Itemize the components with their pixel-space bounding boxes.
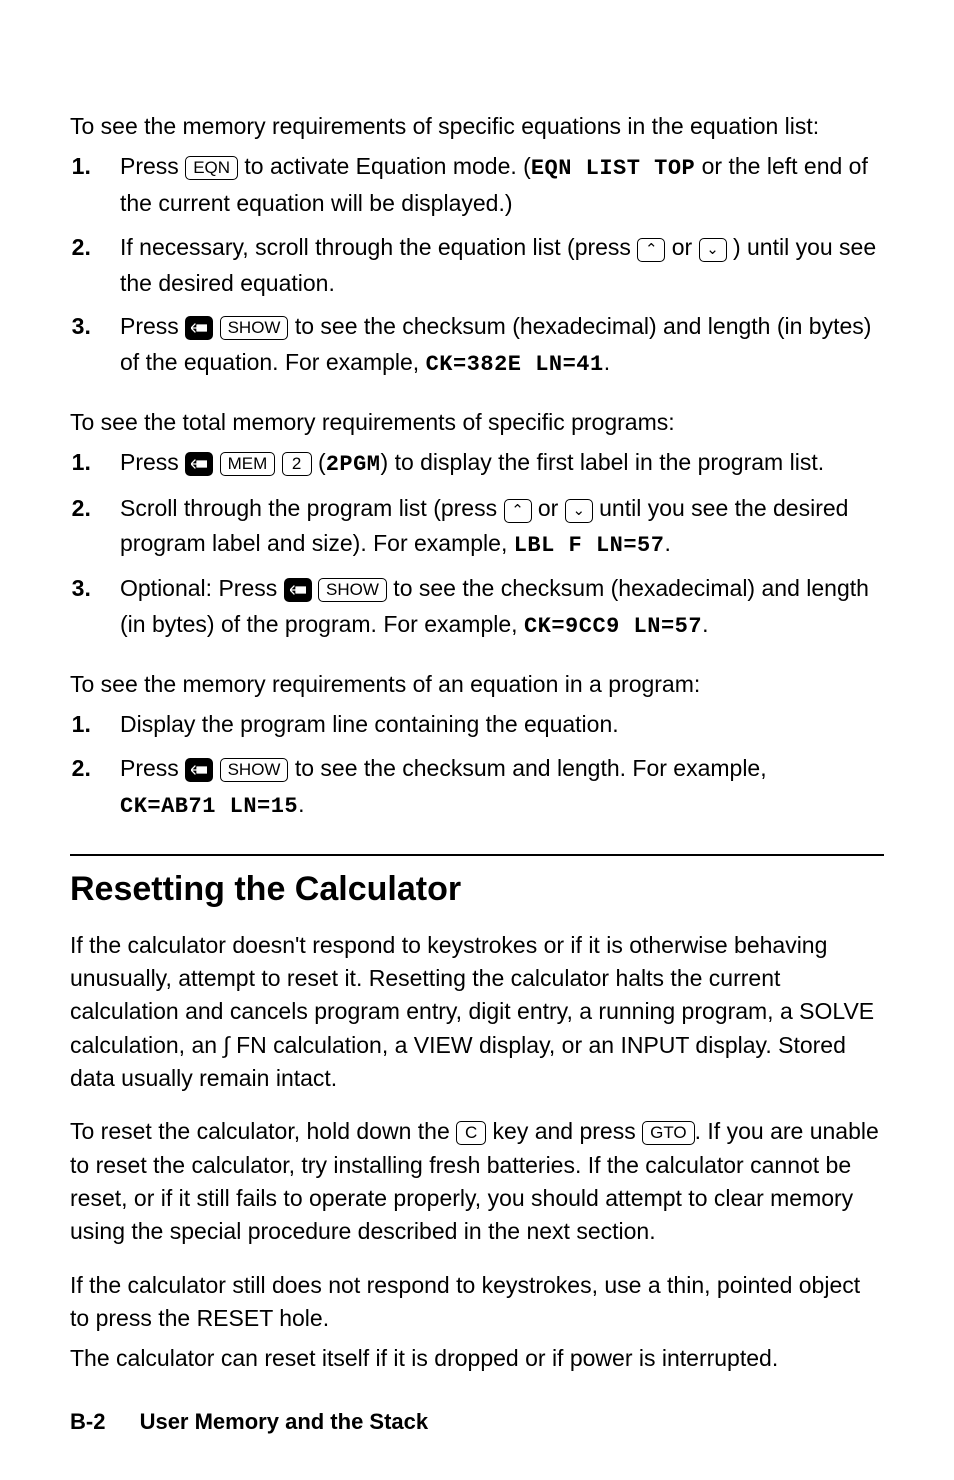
- section-divider: [70, 854, 884, 856]
- text: .: [604, 349, 610, 375]
- gto-key-icon: GTO: [642, 1121, 695, 1145]
- text: .: [664, 530, 670, 556]
- section-paragraph: If the calculator still does not respond…: [70, 1269, 884, 1336]
- lcd-text: CK=AB71 LN=15: [120, 794, 298, 819]
- two-key-icon: 2: [282, 452, 312, 476]
- text: Press: [120, 449, 185, 475]
- shift-key-icon: [185, 758, 213, 782]
- up-key-icon: ⌃: [504, 499, 532, 523]
- list-item: Display the program line containing the …: [110, 707, 884, 743]
- section-paragraph: The calculator can reset itself if it is…: [70, 1342, 884, 1375]
- lcd-text: CK=382E LN=41: [426, 352, 604, 377]
- block1-intro: To see the memory requirements of specif…: [70, 110, 884, 143]
- lcd-text: EQN LIST TOP: [531, 156, 695, 181]
- block1-list: Press EQN to activate Equation mode. (EQ…: [70, 149, 884, 382]
- c-key-icon: C: [456, 1121, 486, 1145]
- block3-intro: To see the memory requirements of an equ…: [70, 668, 884, 701]
- page: To see the memory requirements of specif…: [0, 0, 954, 1480]
- text: Scroll through the program list (press: [120, 495, 504, 521]
- section-paragraph: If the calculator doesn't respond to key…: [70, 929, 884, 1096]
- text: to activate Equation mode. (: [238, 153, 531, 179]
- show-key-icon: SHOW: [220, 758, 289, 782]
- section-paragraph: To reset the calculator, hold down the C…: [70, 1115, 884, 1248]
- shift-key-icon: [185, 452, 213, 476]
- list-item: Press EQN to activate Equation mode. (EQ…: [110, 149, 884, 222]
- mem-key-icon: MEM: [220, 452, 276, 476]
- list-item: Press SHOW to see the checksum and lengt…: [110, 751, 884, 824]
- text: .: [298, 791, 304, 817]
- text: Optional: Press: [120, 575, 284, 601]
- lcd-text: CK=9CC9 LN=57: [524, 614, 702, 639]
- text: If necessary, scroll through the equatio…: [120, 234, 637, 260]
- section-heading: Resetting the Calculator: [70, 870, 884, 909]
- down-key-icon: ⌄: [699, 238, 727, 262]
- page-number: B-2: [70, 1409, 105, 1434]
- list-item: If necessary, scroll through the equatio…: [110, 230, 884, 301]
- text: or: [532, 495, 565, 521]
- footer-title: User Memory and the Stack: [140, 1409, 429, 1434]
- list-item: Scroll through the program list (press ⌃…: [110, 491, 884, 564]
- text: ) to display the first label in the prog…: [381, 449, 825, 475]
- block3-list: Display the program line containing the …: [70, 707, 884, 823]
- list-item: Press MEM 2 (2PGM) to display the first …: [110, 445, 884, 482]
- up-key-icon: ⌃: [637, 238, 665, 262]
- block2-list: Press MEM 2 (2PGM) to display the first …: [70, 445, 884, 644]
- shift-key-icon: [185, 316, 213, 340]
- page-footer: B-2 User Memory and the Stack: [70, 1409, 428, 1435]
- text: Press: [120, 313, 185, 339]
- text: or: [665, 234, 698, 260]
- text: (: [312, 449, 326, 475]
- text: To reset the calculator, hold down the: [70, 1118, 456, 1144]
- down-key-icon: ⌄: [565, 499, 593, 523]
- block2-intro: To see the total memory requirements of …: [70, 406, 884, 439]
- text: Press: [120, 755, 185, 781]
- lcd-text: LBL F LN=57: [514, 533, 665, 558]
- list-item: Press SHOW to see the checksum (hexadeci…: [110, 309, 884, 382]
- list-item: Optional: Press SHOW to see the checksum…: [110, 571, 884, 644]
- text: to see the checksum and length. For exam…: [288, 755, 766, 781]
- text: Press: [120, 153, 185, 179]
- show-key-icon: SHOW: [318, 578, 387, 602]
- text: key and press: [486, 1118, 642, 1144]
- show-key-icon: SHOW: [220, 316, 289, 340]
- text: .: [702, 611, 708, 637]
- eqn-key-icon: EQN: [185, 156, 238, 180]
- shift-key-icon: [284, 578, 312, 602]
- lcd-text: 2PGM: [326, 452, 381, 477]
